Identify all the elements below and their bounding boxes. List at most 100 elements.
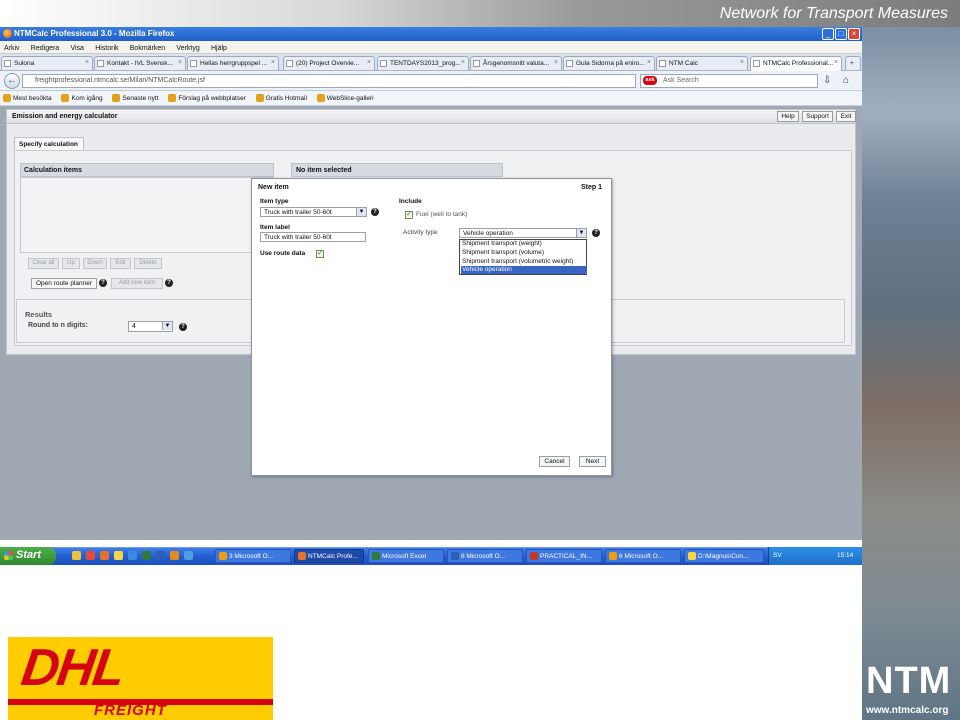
- tab-eniro[interactable]: Gula Sidorna på eniro... ×: [563, 56, 655, 70]
- edit-button[interactable]: Edit: [110, 258, 131, 269]
- clock[interactable]: 15:14: [837, 552, 853, 559]
- support-button[interactable]: Support: [802, 111, 833, 122]
- quicklaunch-icon[interactable]: [128, 551, 137, 560]
- option-vehicle-operation[interactable]: Vehicle operation: [461, 266, 587, 274]
- use-route-data-checkbox[interactable]: ✓: [316, 250, 324, 258]
- clear-all-button[interactable]: Clear all: [28, 258, 59, 269]
- tab-close-icon[interactable]: ×: [554, 59, 558, 66]
- help-icon[interactable]: ?: [592, 229, 600, 237]
- outlook-icon[interactable]: [170, 551, 179, 560]
- language-indicator[interactable]: SV: [773, 552, 782, 559]
- maximize-button[interactable]: □: [835, 28, 847, 40]
- open-route-planner-button[interactable]: Open route planner: [31, 278, 97, 289]
- menu-hjalp[interactable]: Hjälp: [211, 45, 227, 52]
- tab-project-overview[interactable]: (20) Project Overvie... ×: [283, 56, 375, 70]
- bookmark-getting-started[interactable]: Kom igång: [61, 94, 103, 102]
- tab-hellas[interactable]: Hellas herrgruppspel ... ×: [187, 56, 279, 70]
- bookmark-icon: [316, 94, 325, 102]
- url-bar[interactable]: freightprofessional.ntmcalc.se/Milan/NTM…: [22, 74, 636, 88]
- exit-button[interactable]: Exit: [836, 111, 856, 122]
- folder-icon[interactable]: [114, 551, 123, 560]
- help-icon[interactable]: ?: [165, 279, 173, 287]
- tab-valuta[interactable]: Årsgenomsnitt valuta... ×: [470, 56, 562, 70]
- tab-kontakt[interactable]: Kontakt - IVL Svensk... ×: [94, 56, 186, 70]
- taskbar-item-label: 8 Microsoft O...: [461, 553, 506, 560]
- use-route-data-label: Use route data: [260, 250, 306, 257]
- menu-arkiv[interactable]: Arkiv: [4, 45, 20, 52]
- tab-close-icon[interactable]: ×: [834, 59, 838, 66]
- tab-ntmcalc-professional[interactable]: NTMCalc Professional... ×: [750, 56, 842, 71]
- up-button[interactable]: Up: [62, 258, 80, 269]
- calculation-items-list[interactable]: [20, 177, 274, 253]
- back-button[interactable]: ←: [4, 73, 20, 89]
- close-button[interactable]: ×: [848, 28, 860, 40]
- word-icon[interactable]: [156, 551, 165, 560]
- add-new-item-button[interactable]: Add new item: [111, 278, 163, 289]
- excel-icon: [372, 552, 380, 560]
- next-button[interactable]: Next: [579, 456, 606, 467]
- option-shipment-volumetric-weight[interactable]: Shipment transport (volumetric weight): [461, 258, 587, 266]
- download-icon[interactable]: ⇩: [823, 75, 833, 87]
- tab-close-icon[interactable]: ×: [461, 59, 465, 66]
- bookmark-webslice[interactable]: WebSlice-galleri: [316, 94, 374, 102]
- tab-label: Hellas herrgruppspel ...: [200, 60, 268, 67]
- home-icon[interactable]: ⌂: [843, 75, 855, 87]
- option-shipment-weight[interactable]: Shipment transport (weight): [461, 240, 587, 248]
- down-button[interactable]: Down: [83, 258, 107, 269]
- menu-redigera[interactable]: Redigera: [31, 45, 59, 52]
- round-digits-select[interactable]: 4 ▼: [128, 321, 173, 332]
- firefox-icon[interactable]: [100, 551, 109, 560]
- taskbar-item-word[interactable]: 8 Microsoft O...: [447, 549, 523, 563]
- taskbar-item-excel[interactable]: Microsoft Excel: [368, 549, 444, 563]
- taskbar-item-label: Microsoft Excel: [382, 553, 427, 560]
- menu-verktyg[interactable]: Verktyg: [176, 45, 199, 52]
- tab-sulona[interactable]: Sulona ×: [1, 56, 93, 70]
- fuel-checkbox[interactable]: ✓: [405, 211, 413, 219]
- activity-type-select[interactable]: Vehicle operation ▼: [459, 228, 587, 238]
- bookmark-suggested-sites[interactable]: Förslag på webbplatser: [168, 94, 246, 102]
- item-type-label: Item type: [260, 198, 289, 205]
- help-icon[interactable]: ?: [179, 323, 187, 331]
- menu-historik[interactable]: Historik: [95, 45, 118, 52]
- taskbar-item-explorer[interactable]: D:\Magnus\Con...: [684, 549, 764, 563]
- help-button[interactable]: Help: [777, 111, 799, 122]
- taskbar-item-outlook[interactable]: 3 Microsoft O...: [215, 549, 291, 563]
- outlook-icon: [609, 552, 617, 560]
- tab-ntm-calc[interactable]: NTM Calc ×: [656, 56, 748, 70]
- tab-close-icon[interactable]: ×: [367, 59, 371, 66]
- tab-specify-calculation[interactable]: Specify calculation: [14, 137, 84, 150]
- tab-close-icon[interactable]: ×: [178, 59, 182, 66]
- page-icon: [753, 60, 760, 67]
- delete-button[interactable]: Delete: [134, 258, 162, 269]
- new-tab-button[interactable]: +: [845, 56, 861, 70]
- taskbar-item-office[interactable]: 6 Microsoft O...: [605, 549, 681, 563]
- taskbar-item-firefox[interactable]: NTMCalc Profe...: [294, 549, 364, 563]
- chevron-down-icon: ▼: [576, 229, 586, 237]
- menu-bokmarken[interactable]: Bokmärken: [130, 45, 165, 52]
- quicklaunch-icon[interactable]: [72, 551, 81, 560]
- help-icon[interactable]: ?: [371, 208, 379, 216]
- minimize-button[interactable]: _: [822, 28, 834, 40]
- taskbar-item-label: D:\Magnus\Con...: [698, 553, 749, 560]
- tab-close-icon[interactable]: ×: [647, 59, 651, 66]
- cancel-button[interactable]: Cancel: [539, 456, 570, 467]
- excel-icon[interactable]: [142, 551, 151, 560]
- item-type-select[interactable]: Truck with trailer 50-60t ▼: [260, 207, 367, 217]
- quicklaunch-icon[interactable]: [86, 551, 95, 560]
- menu-visa[interactable]: Visa: [70, 45, 84, 52]
- tab-close-icon[interactable]: ×: [740, 59, 744, 66]
- bookmark-icon: [112, 94, 121, 102]
- option-shipment-volume[interactable]: Shipment transport (volume): [461, 249, 587, 257]
- help-icon[interactable]: ?: [99, 279, 107, 287]
- bookmark-latest-news[interactable]: Senaste nytt: [112, 94, 159, 102]
- bookmark-icon: [168, 94, 177, 102]
- search-input[interactable]: Ask Search: [640, 74, 818, 88]
- quicklaunch-icon[interactable]: [184, 551, 193, 560]
- tab-tentdays[interactable]: TENTDAYS2013_prog... ×: [377, 56, 469, 70]
- tab-close-icon[interactable]: ×: [85, 59, 89, 66]
- tab-close-icon[interactable]: ×: [271, 59, 275, 66]
- item-label-input[interactable]: Truck with trailer 50-60t: [260, 232, 366, 242]
- bookmark-hotmail[interactable]: Gratis Hotmail: [255, 94, 307, 102]
- taskbar-item-pdf[interactable]: PRACTICAL_IN...: [526, 549, 602, 563]
- bookmark-most-visited[interactable]: Mest besökta: [3, 94, 52, 102]
